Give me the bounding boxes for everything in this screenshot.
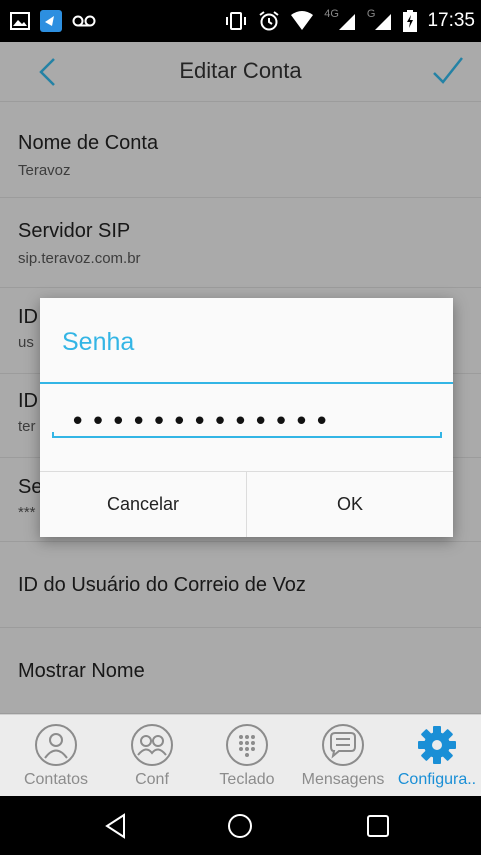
nav-home-icon[interactable] bbox=[227, 813, 253, 839]
conference-icon bbox=[131, 724, 173, 766]
voicemail-icon bbox=[72, 15, 96, 27]
signal-icon bbox=[338, 14, 355, 30]
alarm-icon bbox=[259, 11, 279, 31]
status-time: 17:35 bbox=[427, 10, 475, 31]
wifi-icon bbox=[291, 11, 314, 30]
settings-gear-icon bbox=[418, 726, 456, 764]
tab-label: Teclado bbox=[219, 771, 275, 788]
tab-label: Conf bbox=[135, 771, 169, 788]
tab-label: Configura.. bbox=[397, 771, 477, 788]
nav-recents-icon[interactable] bbox=[366, 814, 390, 838]
tab-label: Contatos bbox=[23, 771, 89, 788]
dialog-button-bar: Cancelar OK bbox=[40, 471, 453, 537]
password-input-underline bbox=[52, 432, 442, 438]
tab-configuracoes[interactable]: Configura.. bbox=[394, 715, 480, 797]
nav-back-icon[interactable] bbox=[104, 813, 128, 839]
tab-conf[interactable]: Conf bbox=[112, 715, 192, 797]
ok-button[interactable]: OK bbox=[246, 472, 453, 537]
network-type-label: 4G bbox=[324, 8, 339, 20]
password-dialog: Senha Cancelar OK bbox=[40, 298, 453, 537]
network-type-label-2: G bbox=[366, 8, 376, 20]
vibrate-icon bbox=[226, 12, 247, 30]
tab-label: Mensagens bbox=[301, 771, 385, 788]
dialog-title-divider bbox=[40, 382, 453, 384]
teravoz-app-icon bbox=[40, 10, 62, 32]
status-bar: 4G G 17:35 bbox=[0, 0, 481, 42]
battery-charging-icon bbox=[403, 10, 418, 32]
cancel-button[interactable]: Cancelar bbox=[40, 472, 246, 537]
tab-contatos[interactable]: Contatos bbox=[8, 715, 104, 797]
keypad-icon bbox=[226, 724, 268, 766]
system-nav-bar bbox=[0, 796, 481, 855]
messages-icon bbox=[322, 724, 364, 766]
tab-teclado[interactable]: Teclado bbox=[202, 715, 292, 797]
password-input[interactable] bbox=[52, 406, 441, 438]
signal-icon-2 bbox=[375, 14, 392, 30]
image-icon bbox=[10, 12, 30, 30]
contacts-icon bbox=[35, 724, 77, 766]
tab-mensagens[interactable]: Mensagens bbox=[292, 715, 394, 797]
bottom-tab-bar: Contatos Conf Teclado Mensagens Configur… bbox=[0, 714, 481, 796]
dialog-title: Senha bbox=[62, 328, 135, 356]
